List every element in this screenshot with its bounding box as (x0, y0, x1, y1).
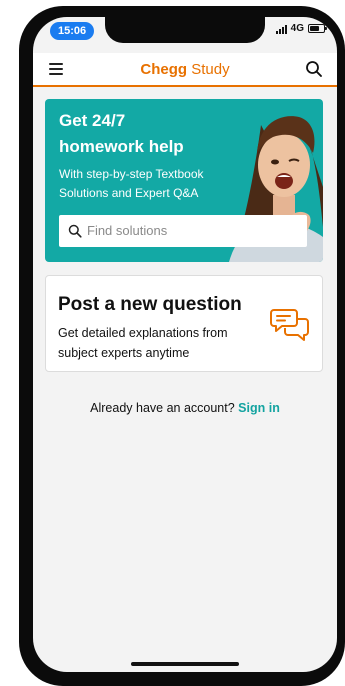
search-icon (68, 224, 82, 238)
app-screen: 15:06 4G Chegg Study Get 24/7 homework h… (33, 17, 337, 672)
post-question-card[interactable]: Post a new question Get detailed explana… (45, 275, 323, 372)
home-indicator[interactable] (131, 662, 239, 666)
signin-prompt: Already have an account? (90, 401, 235, 415)
network-type: 4G (290, 23, 304, 34)
status-time: 15:06 (50, 22, 95, 40)
hero-title-line2: homework help (59, 137, 184, 156)
app-bar: Chegg Study (33, 53, 337, 87)
logo-product: Study (191, 61, 230, 78)
chat-bubbles-icon (270, 309, 309, 341)
post-question-description: Get detailed explanations from subject e… (58, 326, 228, 360)
logo-brand: Chegg (140, 61, 188, 78)
sign-in-link[interactable]: Sign in (238, 401, 280, 415)
chegg-study-logo[interactable]: Chegg Study (33, 61, 337, 78)
hero-title-line1: Get 24/7 (59, 111, 126, 130)
status-indicators: 4G (275, 23, 327, 34)
signin-prompt-row: Already have an account? Sign in (33, 401, 337, 415)
battery-icon (308, 24, 327, 33)
find-solutions-input[interactable]: Find solutions (59, 215, 307, 247)
homework-help-banner: Get 24/7 homework help With step-by-step… (45, 99, 323, 262)
search-icon[interactable] (305, 60, 323, 78)
camera-notch (105, 17, 265, 43)
hero-subtitle: With step-by-step Textbook Solutions and… (59, 167, 204, 200)
post-question-title: Post a new question (58, 294, 242, 315)
search-placeholder: Find solutions (87, 223, 168, 238)
signal-icon (275, 24, 287, 34)
